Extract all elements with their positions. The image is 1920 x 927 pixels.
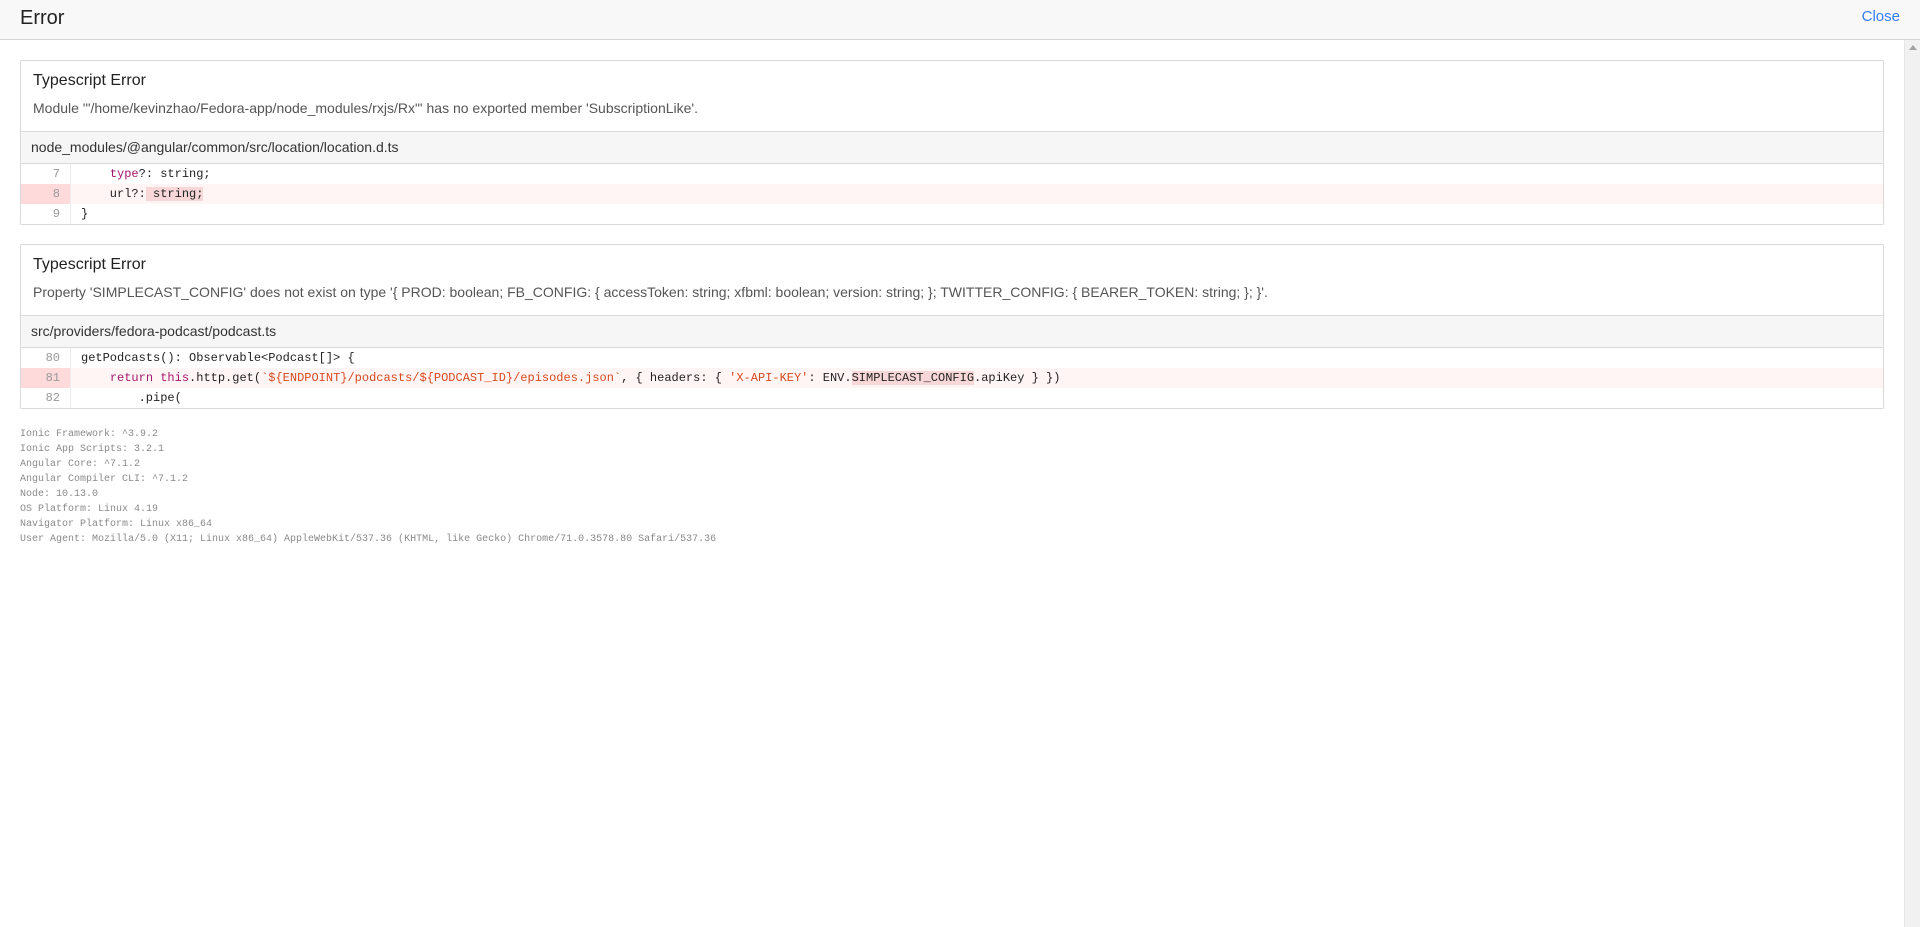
- line-number: 9: [21, 204, 71, 224]
- error-highlight: string;: [145, 187, 204, 201]
- system-info-line: OS Platform: Linux 4.19: [20, 504, 159, 515]
- error-title: Typescript Error: [33, 256, 146, 273]
- system-info-line: Ionic Framework: ^3.9.2: [20, 429, 159, 440]
- code-line-highlighted: 81 return this.http.get(`${ENDPOINT}/pod…: [21, 368, 1883, 388]
- line-number: 7: [21, 164, 71, 184]
- code-line: 9}: [21, 204, 1883, 224]
- close-button[interactable]: Close: [1862, 8, 1900, 26]
- vertical-scrollbar[interactable]: [1904, 40, 1920, 927]
- system-info: Ionic Framework: ^3.9.2 Ionic App Script…: [20, 427, 716, 547]
- error-title: Typescript Error: [33, 72, 146, 89]
- error-highlight: SIMPLECAST_CONFIG: [851, 371, 975, 385]
- error-block: Typescript Error Property 'SIMPLECAST_CO…: [20, 244, 1884, 409]
- system-info-line: User Agent: Mozilla/5.0 (X11; Linux x86_…: [20, 534, 717, 545]
- system-info-line: Angular Compiler CLI: ^7.1.2: [20, 474, 189, 485]
- error-file-path: src/providers/fedora-podcast/podcast.ts: [21, 315, 1883, 348]
- scroll-up-arrow-icon[interactable]: [1909, 45, 1917, 50]
- code-line: 82 .pipe(: [21, 388, 1883, 408]
- code-line-highlighted: 8 url?: string;: [21, 184, 1883, 204]
- code-snippet: 7 type?: string; 8 url?: string; 9}: [21, 164, 1883, 224]
- line-number: 82: [21, 388, 71, 408]
- line-number: 81: [21, 368, 71, 388]
- code-line: 7 type?: string;: [21, 164, 1883, 184]
- code-line: 80 getPodcasts(): Observable<Podcast[]> {: [21, 348, 1883, 368]
- system-info-line: Node: 10.13.0: [20, 489, 99, 500]
- error-file-path: node_modules/@angular/common/src/locatio…: [21, 131, 1883, 164]
- error-header: Error Close: [0, 0, 1920, 40]
- page-title: Error: [20, 7, 65, 29]
- system-info-line: Ionic App Scripts: 3.2.1: [20, 444, 165, 455]
- error-message: Module '"/home/kevinzhao/Fedora-app/node…: [33, 100, 698, 116]
- error-message: Property 'SIMPLECAST_CONFIG' does not ex…: [33, 284, 1268, 300]
- line-number: 8: [21, 184, 71, 204]
- system-info-line: Navigator Platform: Linux x86_64: [20, 519, 213, 530]
- line-number: 80: [21, 348, 71, 368]
- error-content[interactable]: Typescript Error Module '"/home/kevinzha…: [0, 40, 1904, 927]
- error-block: Typescript Error Module '"/home/kevinzha…: [20, 60, 1884, 225]
- system-info-line: Angular Core: ^7.1.2: [20, 459, 141, 470]
- code-snippet: 80 getPodcasts(): Observable<Podcast[]> {…: [21, 348, 1883, 408]
